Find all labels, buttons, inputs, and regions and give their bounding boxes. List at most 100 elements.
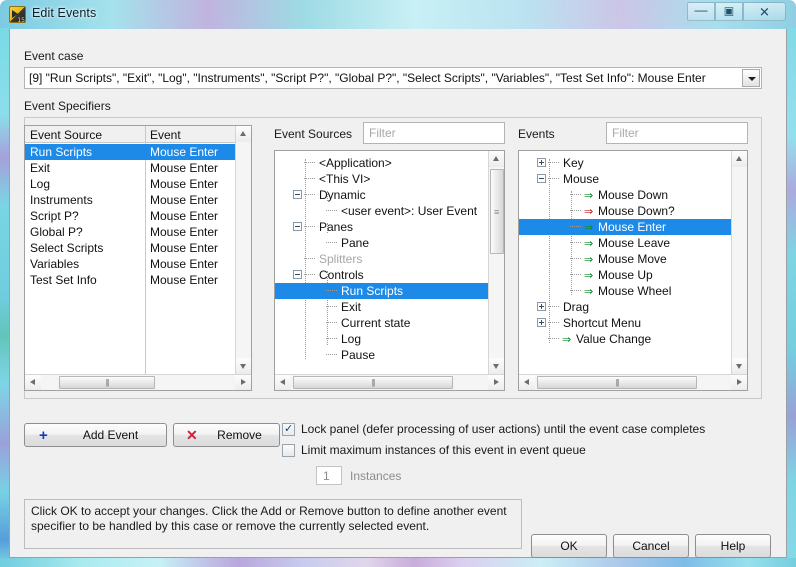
remove-button[interactable]: ✕ Remove: [173, 423, 280, 447]
table-row[interactable]: Select Scripts Mouse Enter: [25, 240, 235, 256]
tree-item[interactable]: Current state: [275, 315, 504, 331]
scroll-right-icon[interactable]: [731, 375, 747, 390]
column-header-event-source: Event Source: [30, 128, 103, 142]
limit-instances-checkbox[interactable]: [282, 444, 295, 457]
help-button[interactable]: Help: [695, 534, 771, 558]
collapse-icon[interactable]: [293, 222, 302, 231]
tree-item-label: <This VI>: [319, 172, 371, 186]
vscroll-thumb[interactable]: [490, 169, 504, 254]
tree-item[interactable]: <This VI>: [275, 171, 504, 187]
event-case-combo[interactable]: [9] "Run Scripts", "Exit", "Log", "Instr…: [24, 67, 762, 89]
event-sources-filter-placeholder: Filter: [369, 126, 396, 140]
tree-item[interactable]: Key: [519, 155, 747, 171]
tree-connector: [326, 354, 337, 355]
hscroll-thumb[interactable]: [293, 376, 453, 389]
instances-input[interactable]: 1: [316, 466, 342, 485]
cell-event-source: Global P?: [30, 225, 83, 239]
tree-item[interactable]: <user event>: User Event: [275, 203, 504, 219]
tree-item[interactable]: ⇒ Mouse Wheel: [519, 283, 747, 299]
table-row[interactable]: Run Scripts Mouse Enter: [25, 144, 235, 160]
scroll-down-icon[interactable]: [732, 358, 747, 374]
table-row[interactable]: Global P? Mouse Enter: [25, 224, 235, 240]
hscroll-thumb[interactable]: [537, 376, 697, 389]
scroll-down-icon[interactable]: [236, 358, 251, 374]
tree-connector: [570, 274, 581, 275]
tree-item[interactable]: Panes: [275, 219, 504, 235]
expand-icon[interactable]: [537, 318, 546, 327]
scroll-left-icon[interactable]: [25, 375, 41, 390]
instances-value: 1: [323, 469, 330, 483]
add-event-button[interactable]: + Add Event: [24, 423, 167, 447]
tree-item[interactable]: ⇒ Mouse Up: [519, 267, 747, 283]
scroll-up-icon[interactable]: [732, 151, 747, 167]
tree-connector: [570, 226, 581, 227]
tree-item[interactable]: Shortcut Menu: [519, 315, 747, 331]
expand-icon[interactable]: [537, 158, 546, 167]
tree-item[interactable]: ⇒ Mouse Move: [519, 251, 747, 267]
scroll-left-icon[interactable]: [519, 375, 535, 390]
events-hscrollbar[interactable]: [519, 374, 747, 390]
tree-item[interactable]: <Application>: [275, 155, 504, 171]
scroll-down-icon[interactable]: [489, 358, 504, 374]
tree-item[interactable]: Log: [275, 331, 504, 347]
ok-button[interactable]: OK: [531, 534, 607, 558]
table-row[interactable]: Log Mouse Enter: [25, 176, 235, 192]
events-filter-input[interactable]: Filter: [606, 122, 748, 144]
table-row[interactable]: Test Set Info Mouse Enter: [25, 272, 235, 288]
hscroll-thumb[interactable]: [59, 376, 155, 389]
event-sources-tree[interactable]: <Application> <This VI> Dynamic <user event…: [274, 150, 505, 391]
collapse-icon[interactable]: [537, 174, 546, 183]
scroll-right-icon[interactable]: [235, 375, 251, 390]
tree-item-label: Run Scripts: [341, 284, 404, 298]
tree-item-label: Mouse Wheel: [598, 284, 672, 298]
tree-item[interactable]: ⇒ Mouse Leave: [519, 235, 747, 251]
tree-item[interactable]: Exit: [275, 299, 504, 315]
lock-panel-checkbox[interactable]: [282, 422, 295, 436]
tree-item[interactable]: ⇒ Mouse Down: [519, 187, 747, 203]
specifiers-vscrollbar[interactable]: [235, 126, 251, 374]
tree-item[interactable]: ⇒ Mouse Down?: [519, 203, 747, 219]
expand-icon[interactable]: [537, 302, 546, 311]
events-vscrollbar[interactable]: [731, 151, 747, 374]
tree-item[interactable]: ⇒ Value Change: [519, 331, 747, 347]
events-tree[interactable]: Key Mouse ⇒ Mouse Down ⇒ Mouse Down? ⇒ Mouse En…: [518, 150, 748, 391]
collapse-icon[interactable]: [293, 270, 302, 279]
tree-item[interactable]: ⇒ Mouse Enter: [519, 219, 747, 235]
table-row[interactable]: Instruments Mouse Enter: [25, 192, 235, 208]
table-row[interactable]: Variables Mouse Enter: [25, 256, 235, 272]
tree-item[interactable]: Mouse: [519, 171, 747, 187]
collapse-icon[interactable]: [293, 190, 302, 199]
tree-item[interactable]: Run Scripts: [275, 283, 504, 299]
tree-item[interactable]: Controls: [275, 267, 504, 283]
chevron-down-icon[interactable]: [742, 69, 760, 87]
tree-connector: [304, 162, 315, 163]
title-bar: Edit Events — ▣ ✕: [0, 0, 796, 29]
table-row[interactable]: Exit Mouse Enter: [25, 160, 235, 176]
specifiers-hscrollbar[interactable]: [25, 374, 251, 390]
remove-label: Remove: [217, 428, 262, 442]
event-specifiers-list[interactable]: Event Source Event Run Scripts Mouse Ente…: [24, 125, 252, 391]
scroll-up-icon[interactable]: [489, 151, 504, 167]
cancel-button[interactable]: Cancel: [613, 534, 689, 558]
close-button[interactable]: ✕: [743, 2, 786, 21]
sources-vscrollbar[interactable]: [488, 151, 504, 374]
tree-item[interactable]: Dynamic: [275, 187, 504, 203]
tree-connector: [304, 226, 315, 227]
sources-hscrollbar[interactable]: [275, 374, 504, 390]
tree-item[interactable]: Pause: [275, 347, 504, 363]
cell-event: Mouse Enter: [150, 193, 219, 207]
maximize-button[interactable]: ▣: [715, 2, 743, 21]
scroll-left-icon[interactable]: [275, 375, 291, 390]
cell-event: Mouse Enter: [150, 145, 219, 159]
tree-item[interactable]: Pane: [275, 235, 504, 251]
table-row[interactable]: Script P? Mouse Enter: [25, 208, 235, 224]
tree-item[interactable]: Drag: [519, 299, 747, 315]
scroll-up-icon[interactable]: [236, 126, 251, 142]
instances-label: Instances: [350, 469, 402, 483]
tree-item-label: Pause: [341, 348, 376, 362]
scroll-right-icon[interactable]: [488, 375, 504, 390]
tree-item[interactable]: Splitters: [275, 251, 504, 267]
event-sources-filter-input[interactable]: Filter: [363, 122, 505, 144]
cell-event: Mouse Enter: [150, 273, 219, 287]
minimize-button[interactable]: —: [687, 2, 715, 21]
